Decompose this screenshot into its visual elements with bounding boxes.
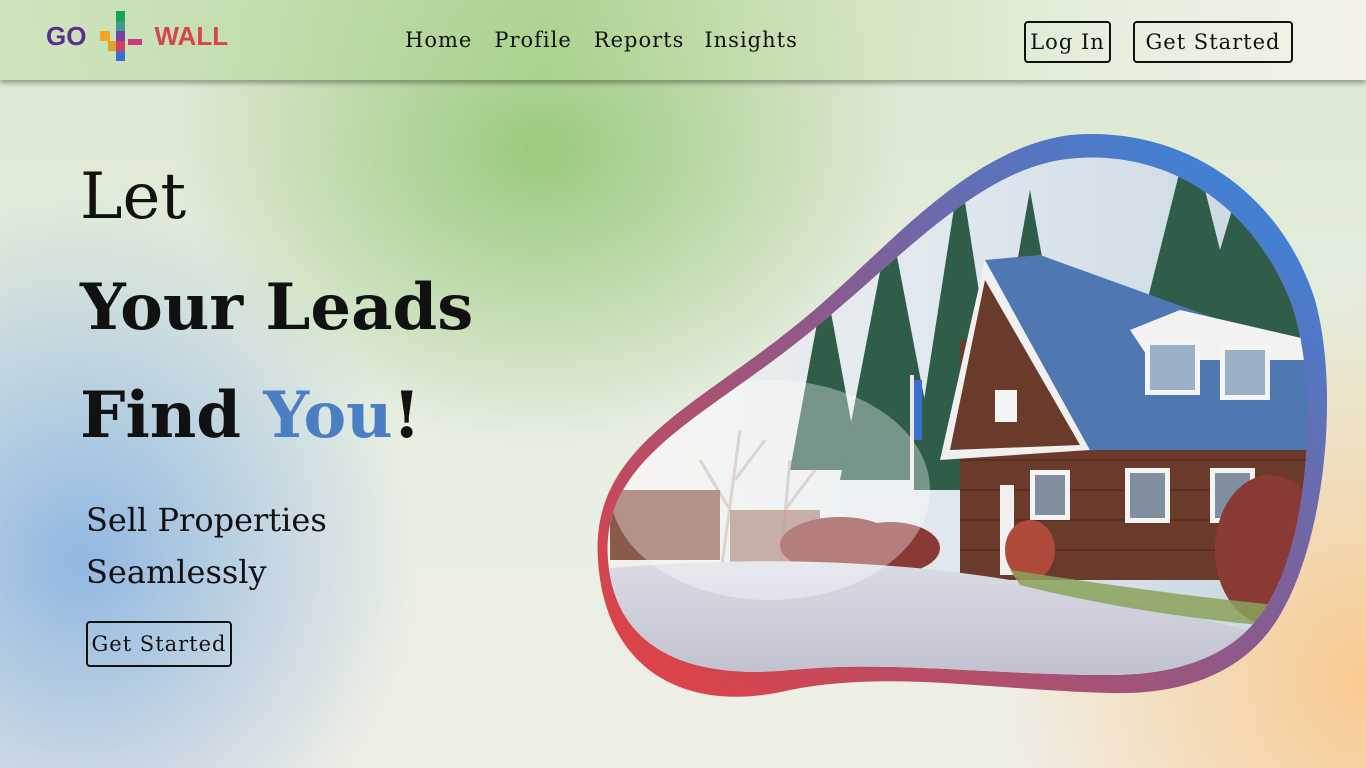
hero-tagline: Sell Properties Seamlessly — [86, 494, 327, 598]
hero-accent-word: You — [263, 378, 393, 453]
nav-get-started-button[interactable]: Get Started — [1133, 21, 1293, 63]
tagline-line-2: Seamlessly — [86, 553, 267, 591]
main-nav: Home Profile Reports Insights — [405, 28, 798, 52]
brand-logo[interactable]: GO WALL — [46, 10, 228, 62]
nav-link-reports[interactable]: Reports — [594, 28, 685, 52]
top-navbar: GO WALL Home Profile Reports Insights Lo… — [0, 0, 1366, 80]
hero-line-find-you: Find You! — [80, 378, 421, 453]
hero-line-your-leads: Your Leads — [80, 270, 474, 345]
tagline-line-1: Sell Properties — [86, 501, 327, 539]
hero-find-prefix: Find — [80, 378, 264, 453]
hero-line-let: Let — [80, 160, 187, 234]
hero-get-started-button[interactable]: Get Started — [86, 621, 232, 667]
nav-link-insights[interactable]: Insights — [704, 28, 798, 52]
nav-link-home[interactable]: Home — [405, 28, 472, 52]
nav-link-profile[interactable]: Profile — [494, 28, 571, 52]
brand-mark-icon — [100, 11, 143, 61]
brand-logo-go: GO — [46, 20, 87, 51]
login-button[interactable]: Log In — [1024, 21, 1111, 63]
hero-exclamation: ! — [392, 378, 421, 453]
brand-logo-wall: WALL — [154, 20, 229, 51]
hero-house-image — [597, 133, 1328, 697]
